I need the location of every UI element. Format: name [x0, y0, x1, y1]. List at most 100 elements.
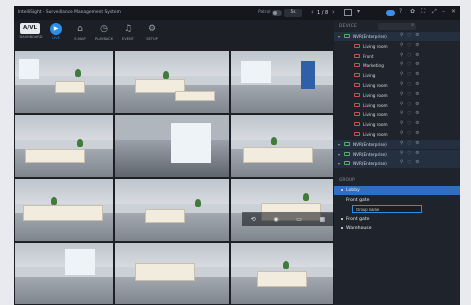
- search-icon: ⌕: [411, 22, 414, 28]
- device-nvr-row[interactable]: ▾ NVR(Enterprise) ⚲◌⚙: [334, 159, 460, 169]
- chevron-down-icon[interactable]: ▾: [338, 161, 340, 166]
- next-page-icon[interactable]: ›: [332, 8, 335, 16]
- video-grid: ⟲ ◉ ▭ ▦: [14, 50, 334, 305]
- folder-icon[interactable]: ▭: [296, 216, 302, 223]
- device-camera-row[interactable]: Living room ⚲◌⚙: [334, 101, 460, 110]
- device-name: Living room: [363, 102, 388, 108]
- chevron-down-icon[interactable]: ▾: [357, 8, 360, 15]
- tile-toolbar: ⟲ ◉ ▭ ▦: [242, 212, 334, 226]
- expand-icon[interactable]: ⤢: [432, 8, 437, 16]
- device-camera-row[interactable]: Living room ⚲◌⚙: [334, 91, 460, 100]
- video-tile[interactable]: [14, 178, 114, 242]
- device-camera-row[interactable]: Marketing ⚲◌⚙: [334, 61, 460, 70]
- device-actions-icon[interactable]: ⚲◌⚙: [400, 43, 423, 48]
- device-camera-row[interactable]: Living ⚲◌⚙: [334, 71, 460, 80]
- nvr-icon: [344, 151, 350, 156]
- video-tile[interactable]: [114, 178, 230, 242]
- nav-live[interactable]: ▶ LIVE: [44, 22, 68, 40]
- group-item[interactable]: Front gate: [334, 215, 460, 224]
- device-name: Living room: [363, 43, 388, 49]
- group-section-title: GROUP: [339, 178, 355, 183]
- group-item[interactable]: Warehouse: [334, 224, 460, 233]
- device-name: NVR(Enterprise): [353, 141, 387, 147]
- device-actions-icon[interactable]: ⚲◌⚙: [400, 121, 423, 126]
- snapshot-icon[interactable]: ◉: [273, 216, 278, 223]
- device-actions-icon[interactable]: ⚲◌⚙: [400, 111, 423, 116]
- main-nav: A/VL DASHBOARD ▶ LIVE ⌂ E-MAP ◷ PLAYBACK…: [14, 20, 334, 50]
- device-actions-icon[interactable]: ⚲◌⚙: [400, 62, 423, 67]
- device-name: Living room: [363, 83, 388, 88]
- device-nvr-row[interactable]: ▾ NVR(Enterprise) ⚲◌⚙: [334, 139, 460, 149]
- device-camera-row[interactable]: Front ⚲◌⚙: [334, 52, 460, 61]
- minimize-icon[interactable]: –: [442, 8, 445, 15]
- chevron-down-icon[interactable]: ▾: [338, 142, 340, 147]
- device-camera-row[interactable]: Living room ⚲◌⚙: [334, 130, 460, 139]
- help-icon[interactable]: ?: [399, 8, 402, 15]
- camera-icon: [354, 63, 360, 68]
- device-panel: DEVICE ⌕ ▾ NVR(Enterprise) ⚲◌⚙ Living room ⚲…: [334, 20, 460, 305]
- record-icon[interactable]: ▦: [320, 216, 326, 223]
- camera-icon: [354, 122, 360, 127]
- group-item[interactable]: Front gate: [334, 196, 460, 205]
- fullscreen-icon[interactable]: ⛶: [421, 8, 425, 16]
- brand-logo: A/VL: [20, 23, 40, 34]
- group-item[interactable]: Lobby: [334, 186, 460, 195]
- nav-event[interactable]: ♫ EVENT: [116, 22, 140, 41]
- camera-icon: [354, 53, 360, 58]
- device-actions-icon[interactable]: ⚲◌⚙: [400, 151, 423, 156]
- video-tile[interactable]: [114, 242, 230, 305]
- page-indicator: 1 / 8: [317, 10, 329, 16]
- device-search-input[interactable]: ⌕: [378, 22, 416, 30]
- video-tile[interactable]: [14, 114, 114, 178]
- layout-grid-icon[interactable]: [344, 9, 352, 16]
- chevron-down-icon[interactable]: ▾: [338, 34, 340, 39]
- title-bar: IntelliSight - Surveillance Management S…: [14, 6, 460, 20]
- device-actions-icon[interactable]: ⚲◌⚙: [400, 141, 423, 146]
- device-actions-icon[interactable]: ⚲◌⚙: [400, 72, 423, 77]
- cloud-icon[interactable]: [386, 10, 395, 16]
- nav-setup[interactable]: ⚙ SETUP: [140, 22, 164, 41]
- patrol-label: Patrol: [258, 10, 271, 15]
- device-camera-row[interactable]: Living room ⚲◌⚙: [334, 120, 460, 129]
- video-tile[interactable]: [230, 114, 334, 178]
- device-name: NVR(Enterprise): [353, 151, 387, 157]
- device-actions-icon[interactable]: ⚲◌⚙: [400, 53, 423, 58]
- nav-dashboard[interactable]: DASHBOARD: [18, 34, 44, 39]
- video-tile[interactable]: [230, 50, 334, 114]
- patrol-interval-select[interactable]: 5s: [284, 9, 302, 17]
- device-actions-icon[interactable]: ⚲◌⚙: [400, 131, 423, 136]
- device-camera-row[interactable]: Living room ⚲◌⚙: [334, 42, 460, 51]
- device-name: Front: [363, 53, 374, 59]
- device-name: Marketing: [363, 63, 384, 69]
- chevron-down-icon[interactable]: ▾: [338, 152, 340, 157]
- nvr-icon: [344, 141, 350, 146]
- video-tile[interactable]: [14, 50, 114, 114]
- group-name-input[interactable]: [352, 205, 422, 213]
- prev-page-icon[interactable]: ‹: [311, 8, 314, 16]
- video-tile[interactable]: [114, 50, 230, 114]
- device-camera-row[interactable]: Living room ⚲◌⚙: [334, 110, 460, 119]
- device-camera-row[interactable]: Living room ⚲◌⚙: [334, 81, 460, 90]
- group-bullet-icon: [341, 227, 343, 229]
- nav-emap[interactable]: ⌂ E-MAP: [68, 22, 92, 41]
- video-tile[interactable]: [14, 242, 114, 305]
- settings-icon[interactable]: ✿: [410, 8, 415, 15]
- event-bell-icon: ♫: [123, 24, 133, 34]
- device-nvr-row[interactable]: ▾ NVR(Enterprise) ⚲◌⚙: [334, 149, 460, 159]
- patrol-toggle[interactable]: [272, 10, 282, 16]
- device-actions-icon[interactable]: ⚲◌⚙: [400, 33, 423, 38]
- close-icon[interactable]: ✕: [451, 8, 456, 15]
- device-nvr-row[interactable]: ▾ NVR(Enterprise) ⚲◌⚙: [334, 32, 460, 41]
- device-actions-icon[interactable]: ⚲◌⚙: [400, 82, 423, 87]
- group-bullet-icon: [341, 218, 343, 220]
- playback-icon: ◷: [100, 24, 108, 34]
- video-tile[interactable]: [114, 114, 230, 178]
- nav-playback[interactable]: ◷ PLAYBACK: [92, 22, 116, 41]
- device-name: NVR(Enterprise): [353, 161, 387, 167]
- video-tile[interactable]: [230, 242, 334, 305]
- device-actions-icon[interactable]: ⚲◌⚙: [400, 102, 423, 107]
- video-tile[interactable]: [230, 178, 334, 242]
- device-actions-icon[interactable]: ⚲◌⚙: [400, 92, 423, 97]
- device-actions-icon[interactable]: ⚲◌⚙: [400, 160, 423, 165]
- rewind-icon[interactable]: ⟲: [251, 216, 256, 223]
